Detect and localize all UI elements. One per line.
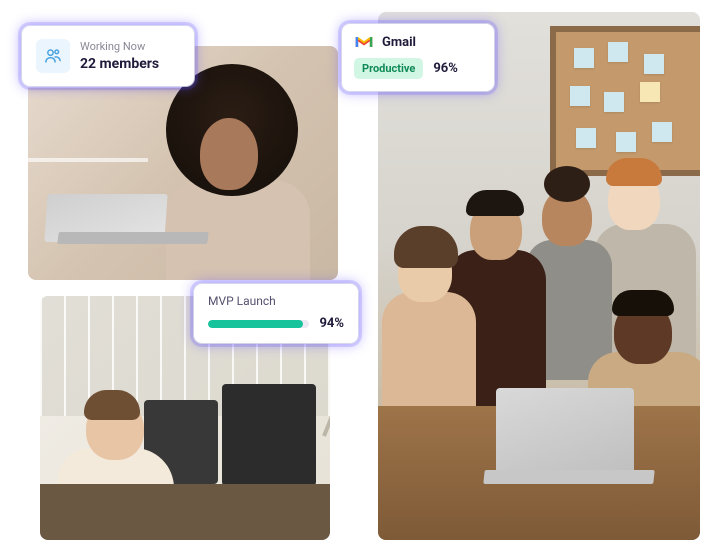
working-now-card: Working Now 22 members	[22, 26, 194, 86]
working-now-value: 22 members	[80, 56, 159, 72]
gmail-card: Gmail Productive 96%	[342, 24, 494, 91]
gmail-percent: 96%	[433, 61, 458, 76]
productive-badge: Productive	[354, 58, 423, 79]
mvp-launch-card: MVP Launch 94%	[194, 284, 358, 343]
people-icon	[36, 39, 70, 73]
mvp-title: MVP Launch	[208, 294, 344, 308]
mvp-progress-track	[208, 320, 309, 328]
mvp-percent: 94%	[319, 316, 344, 331]
mvp-progress-fill	[208, 320, 303, 328]
working-now-label: Working Now	[80, 40, 159, 53]
gmail-app-name: Gmail	[382, 35, 416, 50]
photo-team-laptop	[378, 12, 700, 540]
gmail-icon	[354, 34, 374, 50]
